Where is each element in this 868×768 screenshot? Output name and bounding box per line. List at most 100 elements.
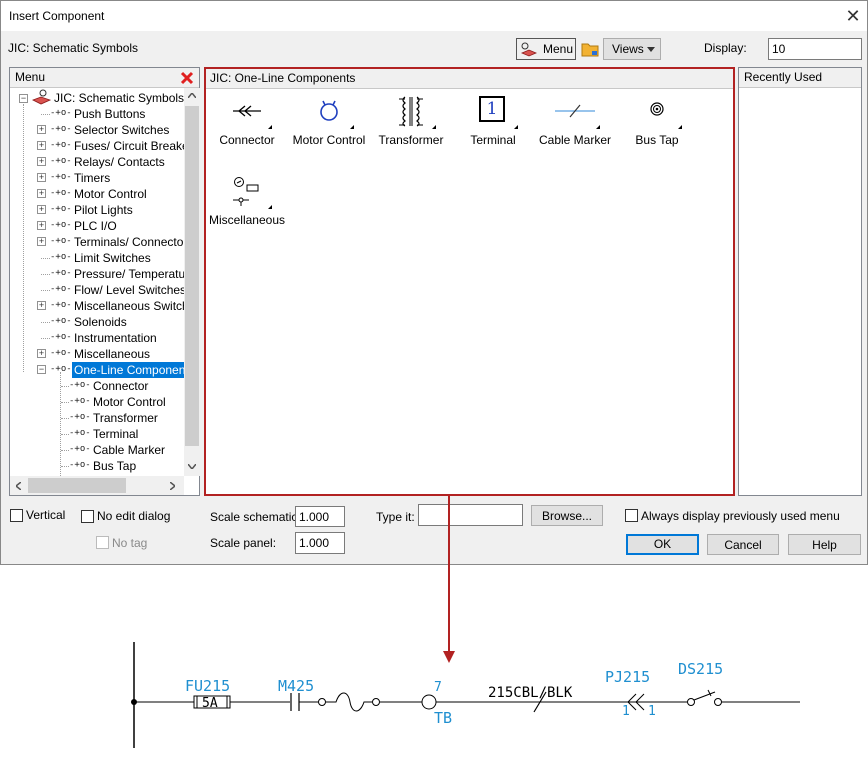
tree-item[interactable]: One-Line Components [72,362,184,378]
window-title: Insert Component [9,9,105,23]
expand-icon[interactable]: + [37,173,46,182]
no-tag-checkbox[interactable] [96,536,109,549]
scale-schematic-input[interactable]: 1.000 [295,506,345,527]
always-display-checkbox[interactable] [625,509,638,522]
plug-pin-left: 1 [622,704,630,719]
recently-used-panel: Recently Used [738,67,862,496]
tree-child-item[interactable]: Motor Control [93,394,166,410]
help-button[interactable]: Help [788,534,861,555]
component-symbol-icon: -+o- [50,252,72,262]
tree-item[interactable]: Pilot Lights [74,202,133,218]
folder-icon[interactable] [580,39,600,59]
scroll-up-icon[interactable] [188,93,196,98]
no-tag-label: No tag [112,536,148,550]
tree-root-label[interactable]: JIC: Schematic Symbols [54,90,184,106]
expand-icon[interactable]: + [37,125,46,134]
menu-panel-header: Menu [10,68,199,88]
cancel-button[interactable]: Cancel [707,534,779,555]
tree-item[interactable]: Relays/ Contacts [74,154,165,170]
ok-button[interactable]: OK [626,534,699,555]
motor-tag: M425 [278,677,315,695]
scroll-right-icon[interactable] [170,482,175,490]
views-button[interactable]: Views [603,38,661,60]
tree-child-item[interactable]: Terminal [93,426,138,442]
h-scrollbar-thumb[interactable] [28,478,126,493]
chevron-down-icon [647,47,655,52]
vertical-scrollbar[interactable] [184,88,200,476]
horizontal-scrollbar[interactable] [10,476,184,495]
plug-pin-right: 1 [648,704,656,719]
no-edit-dialog-checkbox[interactable] [81,510,94,523]
component-miscellaneous[interactable]: Miscellaneous [206,171,288,247]
tree-connector [61,386,69,387]
tree-item[interactable]: Push Buttons [74,106,145,122]
expand-icon[interactable]: + [37,349,46,358]
component-bus-tap[interactable]: Bus Tap [616,91,698,167]
tree-connector [41,290,50,291]
tree-item[interactable]: Selector Switches [74,122,169,138]
connector-icon [233,105,261,117]
tree-connector [41,258,50,259]
type-it-input[interactable] [418,504,523,526]
tree-connector [41,274,50,275]
tree-item[interactable]: Timers [74,170,110,186]
transformer-icon [399,96,423,127]
component-connector[interactable]: Connector [206,91,288,167]
type-it-label: Type it: [376,510,415,524]
expand-icon[interactable]: + [37,221,46,230]
terminal-number: 7 [434,680,442,695]
scrollbar-thumb[interactable] [185,106,199,446]
tree-item[interactable]: PLC I/O [74,218,117,234]
close-icon[interactable]: ✕ [841,4,865,28]
tree-child-item[interactable]: Cable Marker [93,442,165,458]
component-symbol-icon: -+o- [50,316,72,326]
tree-item[interactable]: Solenoids [74,314,127,330]
expand-icon[interactable]: + [37,237,46,246]
component-symbol-icon: -+o- [50,348,72,358]
tree-item[interactable]: Miscellaneous [74,346,150,362]
tree-item[interactable]: Flow/ Level Switches [74,282,184,298]
component-symbol-icon: -+o- [50,268,72,278]
tree-item[interactable]: Limit Switches [74,250,151,266]
scale-panel-input[interactable]: 1.000 [295,532,345,554]
tree-item[interactable]: Instrumentation [74,330,157,346]
scroll-left-icon[interactable] [16,482,21,490]
expand-icon[interactable]: + [37,141,46,150]
component-motor-control[interactable]: Motor Control [288,91,370,167]
vertical-checkbox[interactable] [10,509,23,522]
tree-item[interactable]: Terminals/ Connectors [74,234,184,250]
component-symbol-icon: -+o- [50,300,72,310]
display-count-input[interactable]: 10 [768,38,862,60]
component-transformer[interactable]: Transformer [370,91,452,167]
expand-icon[interactable]: + [37,157,46,166]
child-guide-line [60,372,61,476]
browse-button[interactable]: Browse... [531,505,603,526]
component-label: Miscellaneous [208,213,286,227]
menu-button[interactable]: Menu [516,38,576,60]
expand-icon[interactable]: + [37,189,46,198]
tree-child-item[interactable]: Connector [93,378,148,394]
library-icon [32,89,52,105]
always-display-label: Always display previously used menu [641,509,840,523]
scroll-down-icon[interactable] [188,464,196,469]
tree-child-item[interactable]: Transformer [93,410,158,426]
component-cable-marker[interactable]: Cable Marker [534,91,616,167]
collapse-icon[interactable]: − [19,94,28,103]
tree-connector [61,402,69,403]
vertical-label: Vertical [26,508,66,522]
tree-child-item[interactable]: Bus Tap [93,458,136,474]
expand-icon[interactable]: + [37,301,46,310]
component-terminal[interactable]: 1 Terminal [452,91,534,167]
expand-icon[interactable]: − [37,365,46,374]
tree-item[interactable]: Miscellaneous Switches [74,298,184,314]
tree-item[interactable]: Fuses/ Circuit Breakers [74,138,184,154]
fuse-tag: FU215 [185,677,231,695]
expand-icon[interactable]: + [37,205,46,214]
component-symbol-icon: -+o- [50,188,72,198]
tree-item[interactable]: Pressure/ Temperature [74,266,184,282]
flyout-corner [514,125,518,129]
close-menu-icon[interactable] [180,71,194,85]
tree-item[interactable]: Motor Control [74,186,147,202]
component-symbol-icon: -+o- [50,108,72,118]
tree-connector [61,418,69,419]
